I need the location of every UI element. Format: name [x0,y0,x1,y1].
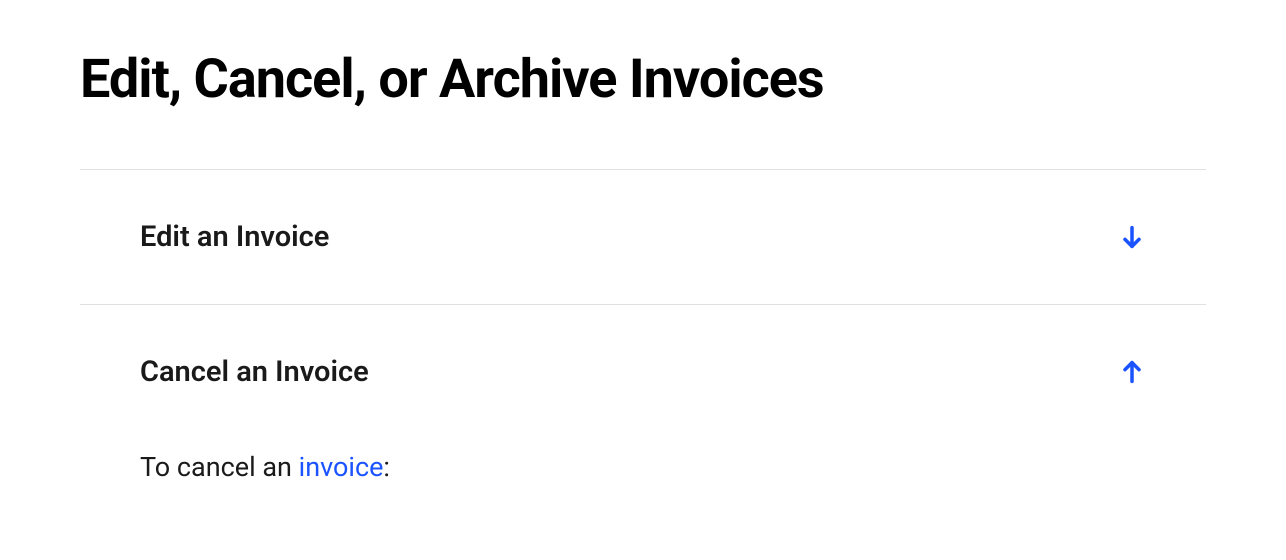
accordion-body-cancel: To cancel an invoice: [80,439,1206,518]
accordion-title: Cancel an Invoice [140,355,369,389]
accordion-header-cancel[interactable]: Cancel an Invoice [80,305,1206,439]
page-title: Edit, Cancel, or Archive Invoices [80,50,1206,109]
invoice-link[interactable]: invoice [299,451,384,483]
accordion-item-edit: Edit an Invoice [80,169,1206,304]
arrow-up-icon [1118,358,1146,386]
page-container: Edit, Cancel, or Archive Invoices Edit a… [0,0,1286,518]
arrow-down-icon [1118,223,1146,251]
accordion-header-edit[interactable]: Edit an Invoice [80,170,1206,304]
body-text-suffix: : [383,451,390,483]
body-text-prefix: To cancel an [140,451,299,483]
accordion-title: Edit an Invoice [140,220,329,254]
accordion-item-cancel: Cancel an Invoice To cancel an invoice: [80,304,1206,518]
